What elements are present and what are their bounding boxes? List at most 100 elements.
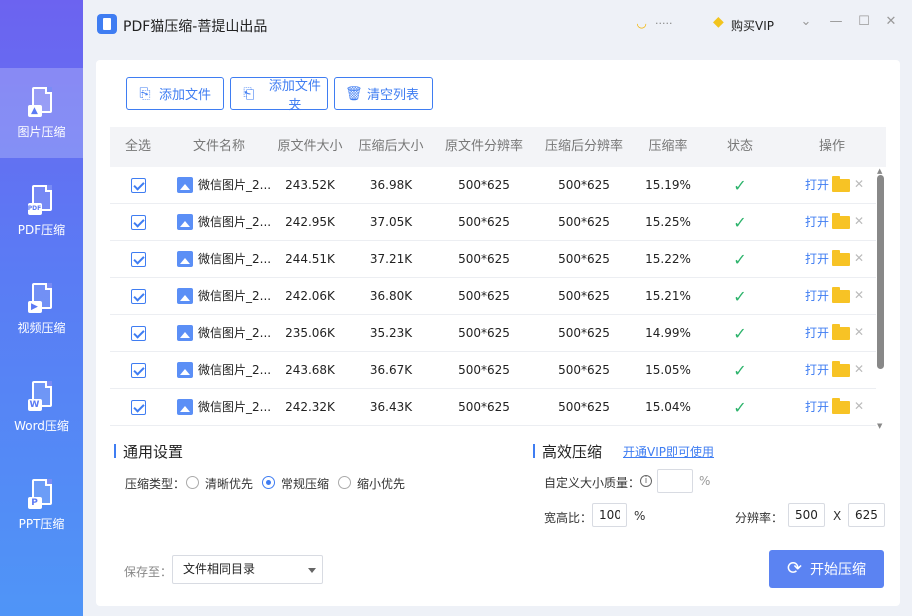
- sidebar-item-ppt-compress[interactable]: P PPT压缩: [0, 460, 83, 550]
- comp-size: 36.67K: [369, 363, 413, 377]
- delete-icon[interactable]: ✕: [854, 204, 864, 239]
- image-file-icon: [177, 214, 193, 230]
- status-check-icon: ✓: [733, 398, 747, 417]
- file-name: 微信图片_2...: [198, 215, 272, 229]
- clear-list-button[interactable]: 🗑 清空列表: [334, 77, 433, 110]
- compress-rate: 15.04%: [645, 400, 691, 414]
- ratio-input[interactable]: [592, 503, 627, 527]
- row-checkbox[interactable]: [131, 400, 146, 415]
- open-link[interactable]: 打开: [805, 204, 829, 241]
- scroll-thumb[interactable]: [877, 175, 884, 369]
- scroll-down-icon[interactable]: ▼: [877, 422, 882, 430]
- delete-icon[interactable]: ✕: [854, 352, 864, 387]
- info-icon[interactable]: i: [640, 475, 652, 487]
- orig-res: 500*625: [458, 215, 510, 229]
- open-link[interactable]: 打开: [805, 241, 829, 278]
- orig-res: 500*625: [458, 252, 510, 266]
- table-row: 微信图片_2... 243.68K 36.67K 500*625 500*625…: [110, 352, 876, 389]
- file-name: 微信图片_2...: [198, 252, 272, 266]
- start-compress-button[interactable]: ⟳ 开始压缩: [769, 550, 884, 588]
- comp-res: 500*625: [558, 215, 610, 229]
- delete-icon[interactable]: ✕: [854, 278, 864, 313]
- col-status: 状态: [726, 139, 753, 154]
- custom-quality-input[interactable]: [657, 469, 693, 493]
- orig-size: 242.06K: [285, 289, 335, 303]
- option-shrink-first[interactable]: 缩小优先: [357, 475, 405, 492]
- file-name: 微信图片_2...: [198, 326, 272, 340]
- status-check-icon: ✓: [733, 287, 747, 306]
- efficient-compress-title: 高效压缩: [533, 441, 602, 462]
- sidebar: ▲ 图片压缩 PDF PDF压缩 ▶ 视频压缩 W Word压缩 P PPT压缩: [0, 0, 83, 616]
- diamond-icon: ◆: [713, 14, 724, 30]
- folder-icon[interactable]: [832, 213, 850, 229]
- delete-icon[interactable]: ✕: [854, 167, 864, 202]
- radio-clear-first[interactable]: [186, 476, 199, 489]
- comp-size: 37.05K: [369, 215, 413, 229]
- delete-icon[interactable]: ✕: [854, 241, 864, 276]
- resolution-width-input[interactable]: [788, 503, 825, 527]
- image-file-icon: [177, 177, 193, 193]
- open-link[interactable]: 打开: [805, 278, 829, 315]
- open-link[interactable]: 打开: [805, 315, 829, 352]
- radio-shrink-first[interactable]: [338, 476, 351, 489]
- add-folder-icon: ⎗: [243, 85, 255, 102]
- refresh-icon: ⟳: [786, 558, 803, 579]
- comp-res: 500*625: [558, 400, 610, 414]
- sidebar-item-label: PDF压缩: [17, 222, 66, 237]
- open-link[interactable]: 打开: [805, 389, 829, 426]
- image-file-icon: [177, 288, 193, 304]
- resolution-height-input[interactable]: [848, 503, 885, 527]
- ratio-label: 宽高比：: [544, 511, 593, 525]
- radio-normal[interactable]: [262, 476, 275, 489]
- user-name[interactable]: ·····: [655, 17, 672, 30]
- open-vip-link[interactable]: 开通VIP即可使用: [623, 443, 714, 460]
- close-icon[interactable]: ✕: [883, 14, 899, 32]
- folder-icon[interactable]: [832, 250, 850, 266]
- open-link[interactable]: 打开: [805, 352, 829, 389]
- add-file-button[interactable]: ⎘ 添加文件: [126, 77, 224, 110]
- maximize-icon[interactable]: ☐: [856, 14, 872, 32]
- buy-vip-link[interactable]: 购买VIP: [731, 17, 774, 34]
- comp-res: 500*625: [558, 252, 610, 266]
- open-link[interactable]: 打开: [805, 167, 829, 204]
- select-all-header[interactable]: 全选: [110, 127, 166, 167]
- app-title: PDF猫压缩-菩提山出品: [123, 19, 268, 35]
- row-checkbox[interactable]: [131, 252, 146, 267]
- folder-icon[interactable]: [832, 361, 850, 377]
- comp-res: 500*625: [558, 289, 610, 303]
- comp-res: 500*625: [558, 363, 610, 377]
- table-header: 全选 文件名称 原文件大小 压缩后大小 原文件分辨率 压缩后分辨率 压缩率 状态…: [110, 127, 886, 167]
- delete-icon[interactable]: ✕: [854, 315, 864, 350]
- col-orig-size: 原文件大小: [277, 139, 343, 154]
- option-clear-first[interactable]: 清晰优先: [205, 475, 253, 492]
- sidebar-item-image-compress[interactable]: ▲ 图片压缩: [0, 68, 83, 158]
- add-folder-button[interactable]: ⎗ 添加文件夹: [230, 77, 328, 113]
- row-checkbox[interactable]: [131, 289, 146, 304]
- save-to-select[interactable]: 文件相同目录: [172, 555, 323, 584]
- custom-quality-label: 自定义大小质量：: [544, 476, 641, 490]
- sidebar-item-word-compress[interactable]: W Word压缩: [0, 362, 83, 452]
- comp-size: 36.80K: [369, 289, 413, 303]
- image-file-icon: [177, 399, 193, 415]
- folder-icon[interactable]: [832, 287, 850, 303]
- table-scrollbar[interactable]: ▲ ▼: [876, 167, 886, 430]
- delete-icon[interactable]: ✕: [854, 389, 864, 424]
- resolution-label: 分辨率：: [735, 511, 784, 525]
- folder-icon[interactable]: [832, 176, 850, 192]
- scroll-up-icon[interactable]: ▲: [877, 167, 882, 175]
- folder-icon[interactable]: [832, 324, 850, 340]
- sidebar-item-pdf-compress[interactable]: PDF PDF压缩: [0, 166, 83, 256]
- row-checkbox[interactable]: [131, 326, 146, 341]
- sidebar-item-video-compress[interactable]: ▶ 视频压缩: [0, 264, 83, 354]
- row-checkbox[interactable]: [131, 215, 146, 230]
- save-to-label: 保存至：: [124, 565, 173, 579]
- row-checkbox[interactable]: [131, 178, 146, 193]
- comp-size: 35.23K: [369, 326, 413, 340]
- menu-icon[interactable]: ⌄: [798, 14, 814, 32]
- folder-icon[interactable]: [832, 398, 850, 414]
- add-file-icon: ⎘: [139, 85, 151, 102]
- row-checkbox[interactable]: [131, 363, 146, 378]
- image-file-icon: ▲: [27, 86, 54, 117]
- minimize-icon[interactable]: —: [828, 14, 844, 32]
- option-normal[interactable]: 常规压缩: [281, 475, 329, 492]
